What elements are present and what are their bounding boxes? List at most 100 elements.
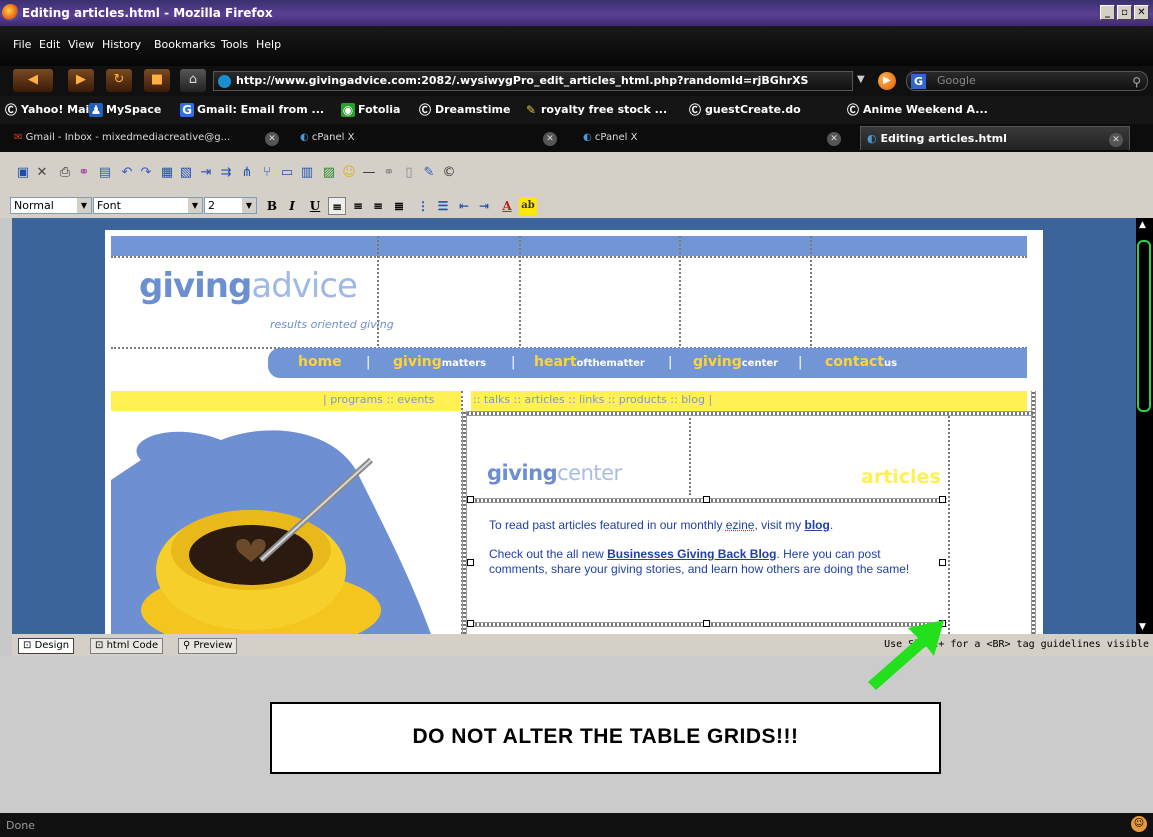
resize-handle[interactable] xyxy=(467,559,474,566)
resize-handle[interactable] xyxy=(467,620,474,627)
find-icon[interactable]: ⚭ xyxy=(75,164,93,182)
article-text[interactable]: To read past articles featured in our mo… xyxy=(489,518,929,591)
bold-icon[interactable]: B xyxy=(263,197,281,215)
undo-icon[interactable]: ↶ xyxy=(118,164,136,182)
table-properties-icon[interactable]: ▧ xyxy=(177,164,195,182)
tab-preview[interactable]: ⚲ Preview xyxy=(178,638,238,654)
size-select[interactable]: 2 ▼ xyxy=(204,197,257,214)
forward-icon[interactable]: ▶ xyxy=(68,69,94,92)
unordered-list-icon[interactable]: ☰ xyxy=(434,197,452,215)
right-links[interactable]: :: talks :: articles :: links :: product… xyxy=(473,393,712,406)
menu-bookmarks[interactable]: Bookmarks xyxy=(154,38,215,51)
site-nav-giving-matters[interactable]: givingmatters xyxy=(393,354,486,370)
close-tab-icon[interactable]: ✕ xyxy=(827,132,841,146)
redo-icon[interactable]: ↷ xyxy=(137,164,155,182)
status-addon-icon[interactable]: ☺ xyxy=(1131,816,1147,832)
bookmark-guestcreate[interactable]: ⒸguestCreate.do xyxy=(688,103,801,117)
outdent-icon[interactable]: ⇤ xyxy=(455,197,473,215)
scroll-thumb[interactable] xyxy=(1137,240,1151,412)
smiley-icon[interactable]: ☺ xyxy=(340,164,358,182)
cancel-icon[interactable]: ✕ xyxy=(33,164,51,182)
scroll-down-icon[interactable]: ▼ xyxy=(1139,622,1146,632)
url-field[interactable]: http://www.givingadvice.com:2082/.wysiwy… xyxy=(213,71,853,91)
insert-image-icon[interactable]: ▨ xyxy=(320,164,338,182)
horizontal-rule-icon[interactable]: — xyxy=(360,164,378,182)
tab-design[interactable]: ⊡ Design xyxy=(18,638,75,654)
align-center-icon[interactable]: ≡ xyxy=(349,197,367,215)
scroll-up-icon[interactable]: ▲ xyxy=(1139,220,1146,230)
close-button[interactable]: ✕ xyxy=(1134,5,1149,20)
link-icon[interactable]: ⚭ xyxy=(380,164,398,182)
indent-icon[interactable]: ⇥ xyxy=(475,197,493,215)
bookmark-gmail[interactable]: G Gmail: Email from ... xyxy=(180,103,324,117)
save-icon[interactable]: ▣ xyxy=(14,164,32,182)
document-icon[interactable]: ▯ xyxy=(400,164,418,182)
search-icon[interactable]: ⚲ xyxy=(1132,73,1141,91)
insert-column-icon[interactable]: ⇉ xyxy=(217,164,235,182)
pen-icon[interactable]: ✎ xyxy=(420,164,438,182)
bookmark-dreamstime[interactable]: Ⓒ Dreamstime xyxy=(418,103,510,117)
site-nav-giving-center[interactable]: givingcenter xyxy=(693,354,778,370)
resize-handle[interactable] xyxy=(703,496,710,503)
menu-view[interactable]: View xyxy=(68,38,94,51)
style-select[interactable]: Normal ▼ xyxy=(10,197,92,214)
print-icon[interactable]: ⎙ xyxy=(56,164,74,182)
bookmark-anime-weekend[interactable]: Ⓒ Anime Weekend A... xyxy=(846,103,988,117)
align-right-icon[interactable]: ≡ xyxy=(369,197,387,215)
tab-gmail[interactable]: ✉ Gmail - Inbox - mixedmediacreative@g..… xyxy=(14,126,284,150)
stop-icon[interactable]: ■ xyxy=(144,69,170,92)
insert-row-icon[interactable]: ⇥ xyxy=(197,164,215,182)
search-field[interactable]: G Google ⚲ xyxy=(906,71,1148,91)
insert-table-icon[interactable]: ▦ xyxy=(158,164,176,182)
home-icon[interactable]: ⌂ xyxy=(180,69,206,92)
merge-cells-icon[interactable]: ⋔ xyxy=(238,164,256,182)
highlight-icon[interactable]: ab xyxy=(519,197,537,215)
paste-icon[interactable]: ▤ xyxy=(96,164,114,182)
bookmark-myspace[interactable]: ♟ MySpace xyxy=(89,103,161,117)
minimize-button[interactable]: _ xyxy=(1100,5,1115,20)
blog-link[interactable]: blog xyxy=(804,518,829,532)
resize-handle[interactable] xyxy=(467,496,474,503)
align-left-icon[interactable]: ≡ xyxy=(328,197,346,215)
tab-html-code[interactable]: ⊡ html Code xyxy=(90,638,164,654)
close-tab-icon[interactable]: ✕ xyxy=(543,132,557,146)
maximize-button[interactable]: ▫ xyxy=(1117,5,1132,20)
resize-handle[interactable] xyxy=(939,559,946,566)
menu-history[interactable]: History xyxy=(102,38,141,51)
ordered-list-icon[interactable]: ⋮ xyxy=(414,197,432,215)
resize-handle[interactable] xyxy=(939,496,946,503)
menu-file[interactable]: File xyxy=(13,38,31,51)
close-tab-icon[interactable]: ✕ xyxy=(1109,133,1123,147)
delete-row-icon[interactable]: ▭ xyxy=(278,164,296,182)
delete-column-icon[interactable]: ▥ xyxy=(298,164,316,182)
menu-tools[interactable]: Tools xyxy=(221,38,248,51)
site-nav-home[interactable]: home xyxy=(298,354,342,370)
italic-icon[interactable]: I xyxy=(283,197,301,215)
vertical-scrollbar[interactable]: ▲ ▼ xyxy=(1136,218,1153,634)
resize-handle[interactable] xyxy=(703,620,710,627)
underline-icon[interactable]: U xyxy=(306,197,324,215)
site-nav-heart-of-the-matter[interactable]: heartofthematter xyxy=(534,354,645,370)
reload-icon[interactable]: ↻ xyxy=(106,69,132,92)
bookmark-royalty-free[interactable]: ✎ royalty free stock ... xyxy=(524,103,667,117)
font-color-icon[interactable]: A xyxy=(498,197,516,215)
site-nav-contact-us[interactable]: contactus xyxy=(825,354,897,370)
font-select[interactable]: Font ▼ xyxy=(93,197,203,214)
copyright-icon[interactable]: © xyxy=(440,164,458,182)
go-icon[interactable]: ▶ xyxy=(878,72,896,90)
businesses-giving-back-link[interactable]: Businesses Giving Back Blog xyxy=(607,547,776,561)
bookmark-fotolia[interactable]: ◉ Fotolia xyxy=(341,103,400,117)
justify-icon[interactable]: ≣ xyxy=(390,197,408,215)
back-icon[interactable]: ◀ xyxy=(13,69,53,92)
tab-cpanel-1[interactable]: ◐ cPanel X ✕ xyxy=(300,126,570,150)
url-dropdown-icon[interactable]: ▼ xyxy=(857,74,865,85)
close-tab-icon[interactable]: ✕ xyxy=(265,132,279,146)
left-links[interactable]: | programs :: events xyxy=(323,393,434,406)
editor-canvas[interactable]: givingadvice results oriented giving hom… xyxy=(12,218,1136,634)
bookmark-yahoo-mail[interactable]: Ⓒ Yahoo! Mail xyxy=(4,103,93,117)
tab-editing-articles[interactable]: ◐ Editing articles.html ✕ xyxy=(860,126,1130,150)
split-cells-icon[interactable]: ⑂ xyxy=(258,164,276,182)
tab-cpanel-2[interactable]: ◐ cPanel X ✕ xyxy=(583,126,853,150)
menu-edit[interactable]: Edit xyxy=(39,38,60,51)
menu-help[interactable]: Help xyxy=(256,38,281,51)
